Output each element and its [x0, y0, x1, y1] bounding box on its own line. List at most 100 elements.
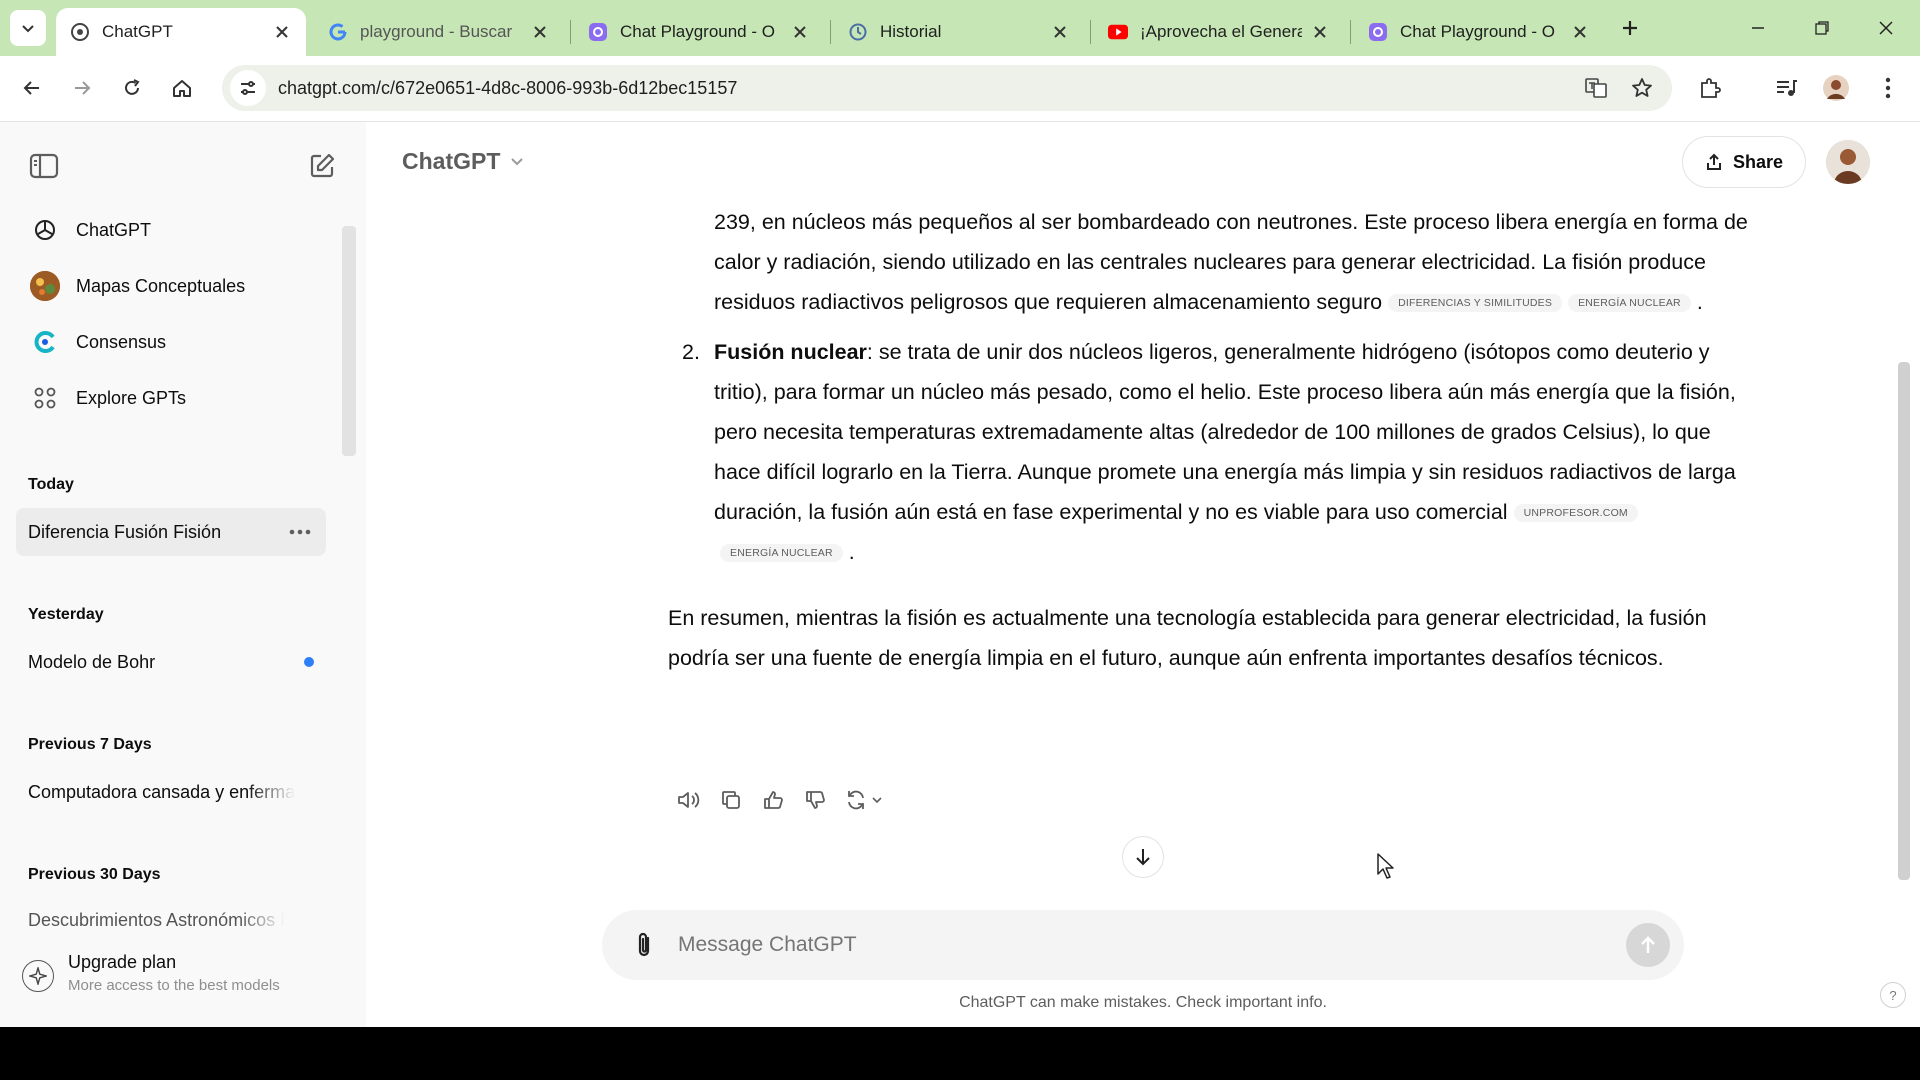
- chevron-down-icon: [872, 797, 882, 804]
- paperclip-icon: [638, 932, 650, 957]
- message-input[interactable]: [678, 933, 1626, 957]
- attach-button[interactable]: [624, 925, 664, 965]
- new-chat-button[interactable]: [304, 148, 340, 184]
- back-button[interactable]: [16, 72, 48, 104]
- bookmark-button[interactable]: [1626, 72, 1658, 104]
- browser-menu-button[interactable]: [1872, 72, 1904, 104]
- help-button[interactable]: ?: [1880, 982, 1906, 1008]
- address-bar[interactable]: chatgpt.com/c/672e0651-4d8c-8006-993b-6d…: [222, 65, 1672, 111]
- citation-badge[interactable]: UNPROFESOR.COM: [1513, 504, 1638, 522]
- tab-separator: [830, 20, 831, 44]
- toggle-sidebar-button[interactable]: [26, 148, 62, 184]
- tab-separator: [570, 20, 571, 44]
- kebab-menu-icon: [1885, 77, 1891, 99]
- puzzle-icon: [1701, 78, 1721, 98]
- regenerate-button[interactable]: [836, 782, 892, 818]
- sidebar-gpt-explore[interactable]: Explore GPTs: [16, 374, 336, 422]
- chat-item-modelo-de-bohr[interactable]: Modelo de Bohr: [16, 638, 326, 686]
- chat-scrollbar[interactable]: [1898, 362, 1910, 880]
- sidebar-scrollbar[interactable]: [342, 226, 356, 456]
- upgrade-title: Upgrade plan: [68, 952, 177, 972]
- sidebar-gpt-label: ChatGPT: [76, 219, 152, 240]
- copy-button[interactable]: [710, 782, 752, 818]
- history-icon: [848, 22, 868, 42]
- thumbs-down-button[interactable]: [794, 782, 836, 818]
- model-name: ChatGPT: [402, 148, 501, 174]
- new-tab-button[interactable]: [1616, 14, 1644, 42]
- browser-tab-historial[interactable]: Historial: [834, 8, 1084, 56]
- sidebar-gpt-mapas-conceptuales[interactable]: Mapas Conceptuales: [16, 262, 336, 310]
- arrow-left-icon: [23, 81, 39, 95]
- profile-avatar-icon: [1823, 75, 1849, 101]
- minimize-button[interactable]: [1744, 14, 1772, 42]
- close-icon[interactable]: [272, 22, 292, 42]
- thumbs-up-button[interactable]: [752, 782, 794, 818]
- google-icon: [328, 22, 348, 42]
- scroll-to-bottom-button[interactable]: [1122, 836, 1164, 878]
- citation-badge[interactable]: DIFERENCIAS Y SIMILITUDES: [1388, 294, 1563, 312]
- ellipsis-icon: [289, 529, 311, 535]
- profile-button[interactable]: [1820, 72, 1852, 104]
- section-title-previous-30-days: Previous 30 Days: [28, 866, 161, 883]
- chevron-down-icon: [511, 157, 524, 165]
- restore-button[interactable]: [1808, 14, 1836, 42]
- browser-toolbar: chatgpt.com/c/672e0651-4d8c-8006-993b-6d…: [0, 56, 1920, 122]
- home-button[interactable]: [166, 72, 198, 104]
- close-icon[interactable]: [1310, 22, 1330, 42]
- tab-search-button[interactable]: [10, 10, 46, 46]
- assistant-message: 239, en núcleos más pequeños al ser bomb…: [668, 202, 1748, 678]
- site-info-button[interactable]: [230, 70, 266, 106]
- close-icon[interactable]: [1050, 22, 1070, 42]
- tab-title: Historial: [880, 22, 942, 41]
- sidebar: ChatGPT Mapas Conceptuales Consensus Exp…: [0, 122, 366, 1027]
- sparkle-icon: [22, 960, 54, 992]
- citation-badge[interactable]: ENERGÍA NUCLEAR: [720, 544, 843, 562]
- browser-tabstrip: ChatGPT playground - Buscar Chat Playgro…: [0, 0, 1920, 56]
- close-icon[interactable]: [530, 22, 550, 42]
- tab-separator: [1350, 20, 1351, 44]
- browser-tab-google[interactable]: playground - Buscar: [314, 8, 564, 56]
- chat-item-descubrimientos[interactable]: Descubrimientos Astronómicos I: [16, 898, 326, 932]
- playground-icon: [588, 22, 608, 42]
- chat-item-diferencia-fusion-fision[interactable]: Diferencia Fusión Fisión: [16, 508, 326, 556]
- forward-button[interactable]: [66, 72, 98, 104]
- browser-tab-playground[interactable]: Chat Playground - O: [574, 8, 824, 56]
- reload-button[interactable]: [116, 72, 148, 104]
- share-button[interactable]: Share: [1682, 136, 1806, 188]
- restore-icon: [1815, 21, 1829, 35]
- close-window-button[interactable]: [1872, 14, 1900, 42]
- chat-options-button[interactable]: [286, 520, 314, 544]
- chat-item-label: Modelo de Bohr: [28, 651, 156, 672]
- extensions-button[interactable]: [1694, 72, 1726, 104]
- upgrade-plan-button[interactable]: Upgrade plan More access to the best mod…: [22, 952, 352, 1022]
- translate-button[interactable]: [1580, 72, 1612, 104]
- browser-tab-youtube[interactable]: ¡Aprovecha el Genera: [1094, 8, 1344, 56]
- sidebar-gpt-consensus[interactable]: Consensus: [16, 318, 336, 366]
- mapas-avatar-icon: [30, 271, 60, 301]
- close-icon: [1879, 21, 1893, 35]
- message-actions: [668, 782, 892, 818]
- arrow-down-icon: [1136, 849, 1150, 866]
- close-icon[interactable]: [1570, 22, 1590, 42]
- close-icon[interactable]: [790, 22, 810, 42]
- send-button[interactable]: [1626, 923, 1670, 967]
- citation-badge[interactable]: ENERGÍA NUCLEAR: [1568, 294, 1691, 312]
- arrow-right-icon: [75, 81, 91, 95]
- grid-icon: [30, 383, 60, 413]
- url-text: chatgpt.com/c/672e0651-4d8c-8006-993b-6d…: [278, 77, 738, 98]
- sidebar-gpt-label: Consensus: [76, 331, 167, 352]
- sidebar-gpt-label: Mapas Conceptuales: [76, 275, 246, 296]
- media-controls-button[interactable]: [1770, 72, 1802, 104]
- openai-icon: [30, 215, 60, 245]
- browser-tab-playground-2[interactable]: Chat Playground - O: [1354, 8, 1604, 56]
- chevron-down-icon: [22, 25, 34, 33]
- read-aloud-button[interactable]: [668, 782, 710, 818]
- section-title-yesterday: Yesterday: [28, 606, 104, 623]
- sidebar-gpt-chatgpt[interactable]: ChatGPT: [16, 206, 336, 254]
- list-item-text: : se trata de unir dos núcleos ligeros, …: [714, 340, 1736, 524]
- openai-icon: [70, 22, 90, 42]
- avatar[interactable]: [1826, 140, 1870, 184]
- browser-tab-chatgpt[interactable]: ChatGPT: [56, 8, 306, 56]
- model-selector[interactable]: ChatGPT: [402, 148, 524, 175]
- chat-item-computadora[interactable]: Computadora cansada y enferma: [16, 768, 326, 816]
